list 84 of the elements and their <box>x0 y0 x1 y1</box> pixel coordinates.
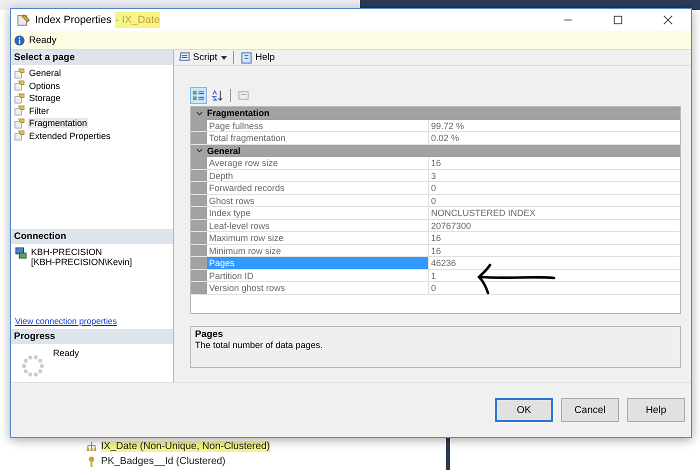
property-value: 20767300 <box>430 220 472 231</box>
property-name[interactable]: Version ghost rows <box>207 282 429 294</box>
page-icon <box>14 80 25 92</box>
properties-icon <box>17 13 31 27</box>
dialog-button[interactable]: OK <box>495 398 553 422</box>
description-title: Pages <box>195 329 224 340</box>
window-title: Index Properties <box>35 14 112 26</box>
property-name[interactable]: Partition ID <box>207 270 429 281</box>
property-value: 0 <box>430 282 438 294</box>
connection-properties-link[interactable]: View connection properties <box>15 316 169 326</box>
property-name[interactable]: Ghost rows <box>207 194 429 206</box>
row-margin <box>191 220 207 231</box>
page-item[interactable]: Fragmentation <box>28 118 88 128</box>
property-name[interactable]: Total fragmentation <box>207 132 429 144</box>
index-icon <box>86 441 97 452</box>
property-value: 46236 <box>430 257 458 268</box>
property-value: 1 <box>430 270 438 281</box>
categorized-icon[interactable] <box>190 86 207 104</box>
dialog-button[interactable]: Help <box>627 398 685 422</box>
close-icon[interactable] <box>663 15 673 25</box>
key-icon <box>86 456 97 467</box>
property-value: 99.72 % <box>430 120 466 131</box>
row-margin <box>191 270 207 281</box>
property-name[interactable]: Average row size <box>207 157 429 168</box>
progress-status: Ready <box>53 348 80 360</box>
spinner-icon <box>21 354 45 378</box>
tree-item[interactable]: IX_Date (Non-Unique, Non-Clustered) <box>101 441 270 452</box>
page-icon <box>14 68 25 79</box>
script-icon <box>178 51 191 64</box>
property-name[interactable]: Maximum row size <box>207 232 429 244</box>
page-item[interactable]: Extended Properties <box>28 130 112 141</box>
script-button[interactable]: Script <box>176 50 230 65</box>
property-value: 0 <box>430 182 438 194</box>
section-header: Connection <box>11 228 173 244</box>
chevron-icon[interactable] <box>196 110 202 117</box>
server-icon <box>15 246 27 259</box>
page-icon <box>14 92 25 104</box>
description-text: The total number of data pages. <box>195 340 324 350</box>
section-header: Progress <box>11 329 173 344</box>
window-title-suffix: - IX_Date <box>115 12 160 28</box>
maximize-icon[interactable] <box>613 15 623 25</box>
row-margin <box>191 207 207 218</box>
section-header: Select a page <box>11 50 173 65</box>
sort-icon[interactable] <box>210 88 225 102</box>
help-button[interactable]: Help <box>238 50 277 65</box>
property-name[interactable]: Depth <box>207 170 429 181</box>
page-icon <box>14 118 25 129</box>
tree-item[interactable]: PK_Badges__Id (Clustered) <box>101 456 226 467</box>
property-value: 16 <box>430 157 442 168</box>
row-margin <box>191 182 207 194</box>
page-item[interactable]: Options <box>28 80 62 91</box>
info-icon <box>14 34 25 46</box>
property-value: 16 <box>430 232 442 244</box>
category-name: General <box>207 146 241 156</box>
property-value: 3 <box>430 170 438 181</box>
row-margin <box>191 257 207 268</box>
property-name[interactable]: Leaf-level rows <box>207 220 429 231</box>
dialog-button[interactable]: Cancel <box>561 398 619 422</box>
property-value: NONCLUSTERED INDEX <box>430 207 537 218</box>
status-text: Ready <box>29 34 56 46</box>
row-margin <box>191 244 207 256</box>
property-name[interactable]: Page fullness <box>207 120 429 131</box>
row-margin <box>191 194 207 206</box>
chevron-icon[interactable] <box>196 147 202 154</box>
user-name: [KBH-PRECISION\Kevin] <box>31 256 132 267</box>
page-icon <box>14 130 25 142</box>
splitter <box>446 436 450 470</box>
category-name: Fragmentation <box>207 108 270 118</box>
property-name[interactable]: Forwarded records <box>207 182 429 194</box>
property-value: 0 <box>430 194 438 206</box>
page-item[interactable]: Filter <box>28 106 50 116</box>
page-item[interactable]: General <box>28 68 62 78</box>
property-value: 16 <box>430 244 442 256</box>
caret-icon <box>221 56 228 60</box>
row-margin <box>191 170 207 181</box>
property-value: 0.02 % <box>430 132 460 144</box>
help-icon <box>240 51 254 64</box>
page-item[interactable]: Storage <box>28 93 62 104</box>
page-icon <box>14 105 25 116</box>
server-name: KBH-PRECISION <box>31 246 104 257</box>
row-margin <box>191 282 207 294</box>
row-margin <box>191 232 207 244</box>
property-name[interactable]: Index type <box>207 207 429 218</box>
property-name[interactable]: Minimum row size <box>207 244 429 256</box>
